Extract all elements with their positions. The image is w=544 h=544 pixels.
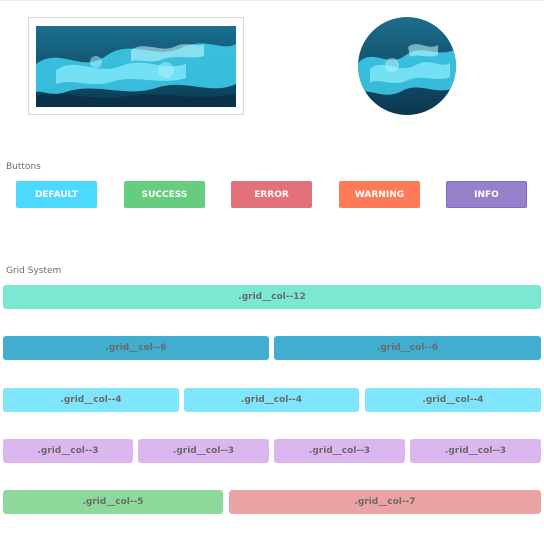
grid-col-7: .grid__col--7 bbox=[229, 490, 541, 514]
buttons-section-label: Buttons bbox=[6, 162, 41, 172]
grid-row-3: .grid__col--3 .grid__col--3 .grid__col--… bbox=[3, 439, 541, 463]
grid-col-3: .grid__col--3 bbox=[274, 439, 405, 463]
default-button[interactable]: DEFAULT bbox=[16, 181, 97, 208]
ocean-wave-image bbox=[36, 26, 236, 107]
grid-section-label: Grid System bbox=[6, 266, 62, 276]
info-button[interactable]: INFO bbox=[446, 181, 527, 208]
grid-col-3: .grid__col--3 bbox=[410, 439, 541, 463]
grid-col-6: .grid__col--6 bbox=[274, 336, 541, 360]
grid-col-12: .grid__col--12 bbox=[3, 285, 541, 309]
circular-wave-image bbox=[358, 17, 456, 115]
grid-col-3: .grid__col--3 bbox=[3, 439, 133, 463]
wave-photo-icon bbox=[358, 17, 456, 115]
grid-row-12: .grid__col--12 bbox=[3, 285, 541, 309]
error-button[interactable]: ERROR bbox=[231, 181, 312, 208]
grid-row-4: .grid__col--4 .grid__col--4 .grid__col--… bbox=[3, 388, 541, 412]
success-button[interactable]: SUCCESS bbox=[124, 181, 205, 208]
grid-row-5-7: .grid__col--5 .grid__col--7 bbox=[3, 490, 541, 514]
grid-col-4: .grid__col--4 bbox=[3, 388, 179, 412]
warning-button[interactable]: WARNING bbox=[339, 181, 420, 208]
grid-row-6: .grid__col--6 .grid__col--6 bbox=[3, 336, 541, 360]
grid-col-4: .grid__col--4 bbox=[365, 388, 541, 412]
top-divider bbox=[0, 0, 544, 1]
grid-col-4: .grid__col--4 bbox=[184, 388, 359, 412]
grid-col-3: .grid__col--3 bbox=[138, 439, 269, 463]
wave-photo-icon bbox=[36, 26, 236, 107]
image-thumbnail-frame bbox=[28, 17, 244, 115]
grid-col-6: .grid__col--6 bbox=[3, 336, 269, 360]
grid-col-5: .grid__col--5 bbox=[3, 490, 223, 514]
